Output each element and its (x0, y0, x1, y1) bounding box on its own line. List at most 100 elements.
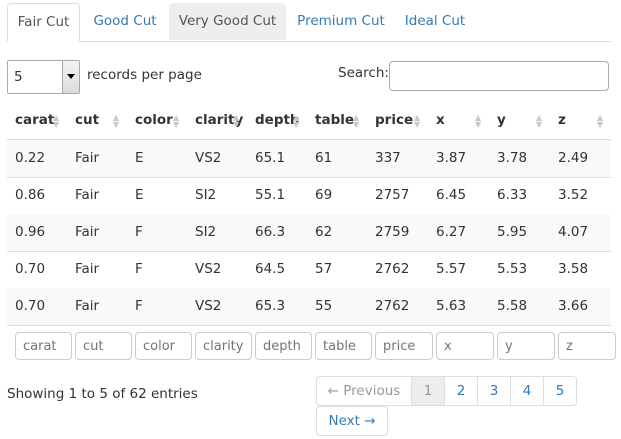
records-per-page-label: records per page (87, 67, 202, 83)
tab-bar: Fair Cut Good Cut Very Good Cut Premium … (7, 3, 611, 42)
sort-icon: ▲ ▼ (293, 113, 300, 129)
cell-carat: 0.86 (15, 187, 46, 203)
previous-page-button[interactable]: ← Previous (316, 376, 412, 406)
cell-carat: 0.22 (15, 150, 46, 166)
cell-clarity: VS2 (195, 298, 222, 314)
cell-z: 3.58 (558, 261, 589, 277)
cell-carat: 0.96 (15, 224, 46, 240)
filter-input-y[interactable] (497, 332, 555, 360)
records-per-page-value: 5 (14, 69, 23, 85)
records-per-page-select[interactable]: 5 (7, 60, 80, 94)
cell-cut: Fair (75, 187, 100, 203)
cell-depth: 55.1 (255, 187, 286, 203)
cell-y: 5.95 (497, 224, 528, 240)
cell-clarity: SI2 (195, 187, 217, 203)
cell-z: 2.49 (558, 150, 589, 166)
tab-very-good-cut[interactable]: Very Good Cut (169, 3, 286, 40)
table-row: 0.86 Fair E SI2 55.1 69 2757 6.45 6.33 3… (7, 177, 611, 215)
tab-ideal-cut[interactable]: Ideal Cut (395, 3, 475, 40)
cell-x: 3.87 (436, 150, 467, 166)
filter-input-table[interactable] (315, 332, 372, 360)
cell-y: 5.53 (497, 261, 528, 277)
cell-color: F (135, 298, 143, 314)
column-header-x[interactable]: x (436, 101, 445, 139)
cell-table: 69 (315, 187, 333, 203)
cell-price: 337 (375, 150, 401, 166)
cell-x: 5.57 (436, 261, 467, 277)
cell-cut: Fair (75, 261, 100, 277)
tab-premium-cut[interactable]: Premium Cut (291, 3, 391, 40)
cell-y: 5.58 (497, 298, 528, 314)
page-button-2[interactable]: 2 (444, 376, 478, 406)
column-header-cut[interactable]: cut (75, 101, 99, 139)
filter-input-price[interactable] (375, 332, 433, 360)
filter-input-color[interactable] (135, 332, 192, 360)
sort-icon: ▲ ▼ (173, 113, 180, 129)
cell-y: 6.33 (497, 187, 528, 203)
cell-clarity: VS2 (195, 261, 222, 277)
sort-icon: ▲ ▼ (475, 113, 482, 129)
page-button-3[interactable]: 3 (477, 376, 511, 406)
cell-color: F (135, 261, 143, 277)
cell-clarity: VS2 (195, 150, 222, 166)
cell-depth: 66.3 (255, 224, 286, 240)
cell-carat: 0.70 (15, 261, 46, 277)
cell-z: 3.52 (558, 187, 589, 203)
cell-price: 2759 (375, 224, 410, 240)
sort-icon: ▲ ▼ (414, 113, 421, 129)
cell-color: E (135, 150, 144, 166)
dropdown-arrow-icon[interactable] (62, 61, 79, 93)
sort-icon: ▲ ▼ (353, 113, 360, 129)
search-label: Search: (338, 65, 389, 81)
table-row: 0.96 Fair F SI2 66.3 62 2759 6.27 5.95 4… (7, 214, 611, 252)
cell-cut: Fair (75, 224, 100, 240)
cell-clarity: SI2 (195, 224, 217, 240)
cell-price: 2762 (375, 298, 410, 314)
page-button-4[interactable]: 4 (510, 376, 544, 406)
page-button-1[interactable]: 1 (411, 376, 445, 406)
table-info-text: Showing 1 to 5 of 62 entries (7, 386, 198, 402)
column-header-color[interactable]: color (135, 101, 173, 139)
filter-input-z[interactable] (558, 332, 616, 360)
tab-fair-cut[interactable]: Fair Cut (7, 3, 80, 42)
cell-depth: 65.3 (255, 298, 286, 314)
tab-good-cut[interactable]: Good Cut (85, 3, 165, 40)
search-input[interactable] (389, 61, 609, 91)
sort-icon: ▲ ▼ (233, 113, 240, 129)
cell-cut: Fair (75, 298, 100, 314)
filter-input-depth[interactable] (255, 332, 312, 360)
filter-input-carat[interactable] (15, 332, 72, 360)
next-page-button[interactable]: Next → (316, 406, 388, 436)
cell-y: 3.78 (497, 150, 528, 166)
cell-z: 4.07 (558, 224, 589, 240)
column-header-z[interactable]: z (558, 101, 566, 139)
sort-icon: ▲ ▼ (536, 113, 543, 129)
cell-x: 6.45 (436, 187, 467, 203)
cell-table: 55 (315, 298, 333, 314)
table-header: carat cut color clarity depth table pric… (7, 101, 611, 140)
cell-z: 3.66 (558, 298, 589, 314)
cell-color: F (135, 224, 143, 240)
page-button-5[interactable]: 5 (543, 376, 577, 406)
cell-x: 6.27 (436, 224, 467, 240)
filter-input-clarity[interactable] (195, 332, 252, 360)
cell-price: 2762 (375, 261, 410, 277)
sort-icon: ▲ ▼ (597, 113, 604, 129)
column-header-table[interactable]: table (315, 101, 354, 139)
column-header-carat[interactable]: carat (15, 101, 54, 139)
cell-cut: Fair (75, 150, 100, 166)
filter-input-cut[interactable] (75, 332, 132, 360)
sort-icon: ▲ ▼ (113, 113, 120, 129)
cell-depth: 65.1 (255, 150, 286, 166)
cell-table: 62 (315, 224, 333, 240)
filter-input-x[interactable] (436, 332, 494, 360)
sort-icon: ▲ ▼ (53, 113, 60, 129)
cell-x: 5.63 (436, 298, 467, 314)
column-header-y[interactable]: y (497, 101, 506, 139)
cell-color: E (135, 187, 144, 203)
cell-carat: 0.70 (15, 298, 46, 314)
cell-table: 57 (315, 261, 333, 277)
table-row: 0.22 Fair E VS2 65.1 61 337 3.87 3.78 2.… (7, 140, 611, 178)
column-header-price[interactable]: price (375, 101, 413, 139)
cell-table: 61 (315, 150, 333, 166)
